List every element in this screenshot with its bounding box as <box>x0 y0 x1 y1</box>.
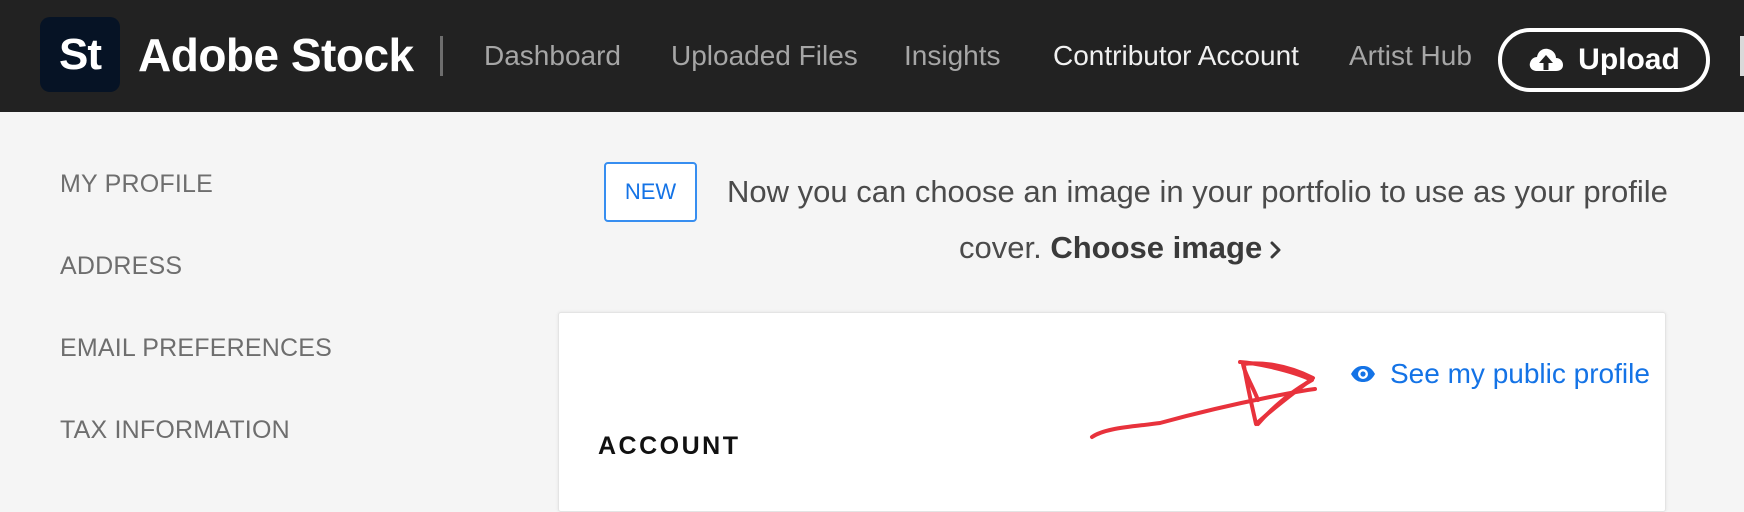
nav-uploaded-files[interactable]: Uploaded Files <box>671 38 858 74</box>
brand-divider <box>440 36 443 76</box>
sidebar-item-tax-information[interactable]: TAX INFORMATION <box>60 414 290 446</box>
adobe-stock-logo[interactable]: St <box>40 17 120 92</box>
sidebar-item-address[interactable]: ADDRESS <box>60 250 182 282</box>
eye-icon <box>1350 356 1376 392</box>
brand-name[interactable]: Adobe Stock <box>138 26 414 84</box>
topbar-edge-divider <box>1740 36 1744 76</box>
announcement-text-prefix: cover. <box>959 230 1042 265</box>
upload-label: Upload <box>1578 43 1680 76</box>
announcement-text: Now you can choose an image in your port… <box>727 174 1668 209</box>
new-badge: NEW <box>604 162 697 222</box>
top-navigation-bar: St Adobe Stock Dashboard Uploaded Files … <box>0 0 1744 112</box>
upload-button[interactable]: Upload <box>1498 28 1710 92</box>
choose-image-link[interactable]: Choose image <box>1050 230 1282 265</box>
nav-insights[interactable]: Insights <box>904 38 1001 74</box>
cloud-upload-icon <box>1528 45 1564 75</box>
see-public-profile-label: See my public profile <box>1390 358 1650 389</box>
see-public-profile-link[interactable]: See my public profile <box>1350 356 1650 392</box>
sidebar-item-email-preferences[interactable]: EMAIL PREFERENCES <box>60 332 332 364</box>
nav-dashboard[interactable]: Dashboard <box>484 38 621 74</box>
chevron-right-icon <box>1270 230 1282 270</box>
choose-image-label: Choose image <box>1050 230 1263 265</box>
announcement-text-continued: cover. Choose image <box>959 228 1282 270</box>
account-card <box>558 312 1666 512</box>
nav-artist-hub[interactable]: Artist Hub <box>1349 38 1472 74</box>
nav-contributor-account[interactable]: Contributor Account <box>1053 38 1299 74</box>
sidebar-item-my-profile[interactable]: MY PROFILE <box>60 168 213 200</box>
section-title-account: ACCOUNT <box>598 432 741 460</box>
